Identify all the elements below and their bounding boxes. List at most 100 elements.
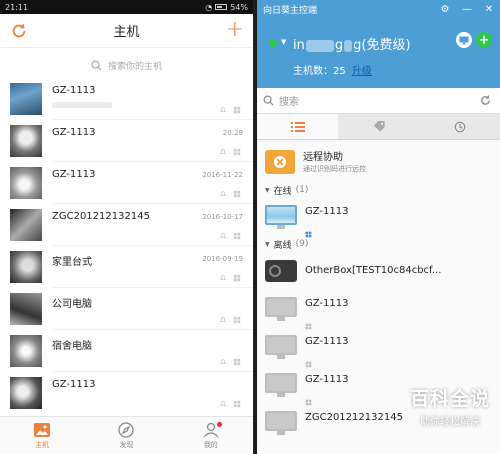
desktop-client: 向日葵主控端 ⚙ — ✕ ▼ in g g(免费级) 主机数：25 升级 + 搜索	[257, 0, 500, 454]
close-button[interactable]: ✕	[478, 0, 500, 18]
window-titlebar[interactable]: 向日葵主控端 ⚙ — ✕	[257, 0, 500, 18]
remote-assist-title: 远程协助	[303, 152, 343, 163]
expand-icon: ▼	[265, 240, 270, 248]
monitor-icon	[265, 297, 297, 321]
host-row[interactable]: GZ-1113 20:29	[0, 120, 253, 162]
account-name-mid: g	[334, 38, 344, 53]
host-list: GZ-1113 GZ-1113 20:29 GZ-1113 2016-11-22	[0, 78, 253, 414]
tab-hosts[interactable]: 主机	[0, 417, 84, 454]
online-status-dot	[269, 39, 277, 47]
remote-assist-subtitle: 通过识别码进行远控	[303, 165, 366, 173]
bell-icon	[219, 401, 227, 406]
otherbox-icon	[265, 260, 297, 282]
host-item[interactable]: OtherBox[TEST10c84cbcf...	[257, 252, 500, 290]
add-host-icon[interactable]: +	[226, 19, 244, 41]
host-name: GZ-1113	[52, 169, 96, 180]
client-view-tabs	[257, 114, 500, 140]
windows-icon	[233, 190, 241, 198]
minimize-button[interactable]: —	[456, 0, 478, 18]
group-online-count: (1)	[295, 185, 309, 195]
host-search-input[interactable]: 搜索你的主机	[10, 52, 243, 78]
remote-assist-icon	[265, 150, 295, 174]
windows-icon	[233, 358, 241, 366]
host-date: 2016-09-19	[202, 255, 243, 263]
host-item[interactable]: GZ-1113	[257, 290, 500, 330]
bottom-tab-bar: 主机 发现 我的	[0, 416, 253, 454]
host-subtitle-redacted	[52, 102, 112, 108]
tab-tags[interactable]	[338, 114, 419, 139]
group-online-label: 在线	[273, 186, 292, 197]
search-icon	[263, 95, 274, 106]
host-name: GZ-1113	[52, 85, 96, 96]
host-name: GZ-1113	[305, 298, 349, 309]
settings-icon[interactable]: ⚙	[434, 0, 456, 18]
compass-icon	[118, 421, 135, 438]
host-name: GZ-1113	[52, 127, 96, 138]
tab-hosts-label: 主机	[35, 440, 50, 449]
tag-icon	[373, 120, 385, 132]
host-name: ZGC201212132145	[305, 412, 403, 423]
host-item[interactable]: GZ-1113	[257, 328, 500, 368]
host-date: 20:29	[222, 129, 243, 137]
group-offline-header[interactable]: ▼ 离线 (9)	[257, 236, 500, 252]
account-panel: ▼ in g g(免费级) 主机数：25 升级 +	[257, 18, 500, 88]
status-dropdown-icon[interactable]: ▼	[281, 38, 286, 46]
tab-mine[interactable]: 我的	[169, 417, 253, 454]
wifi-icon: ◔	[205, 2, 213, 12]
host-name: 宿舍电脑	[52, 341, 92, 352]
client-search-input[interactable]: 搜索	[257, 88, 500, 114]
host-row[interactable]: 公司电脑	[0, 288, 253, 330]
host-row[interactable]: 家里台式 2016-09-19	[0, 246, 253, 288]
battery-icon	[215, 4, 228, 10]
host-name: GZ-1113	[52, 379, 96, 390]
account-name-redacted	[344, 39, 353, 52]
host-avatar	[10, 293, 42, 325]
group-offline-label: 离线	[273, 240, 292, 251]
notification-dot	[216, 422, 222, 427]
host-name: ZGC201212132145	[52, 211, 150, 222]
host-name: GZ-1113	[305, 336, 349, 347]
mobile-app: 21:11 ◔ 54% 主机 + 搜索你的主机 GZ-1113 GZ-1113 …	[0, 0, 255, 454]
account-level: g(免费级)	[353, 38, 411, 53]
bell-icon	[219, 359, 227, 364]
host-row[interactable]: GZ-1113 2016-11-22	[0, 162, 253, 204]
host-row[interactable]: ZGC201212132145 2016-10-17	[0, 204, 253, 246]
host-avatar	[10, 209, 42, 241]
tab-discover[interactable]: 发现	[84, 417, 168, 454]
monitor-icon	[265, 205, 297, 229]
host-date: 2016-11-22	[202, 171, 243, 179]
host-name: 家里台式	[52, 257, 92, 268]
refresh-icon[interactable]	[479, 94, 492, 107]
tab-recent[interactable]	[419, 114, 500, 139]
list-icon	[290, 121, 305, 132]
status-time: 21:11	[5, 2, 29, 12]
windows-icon	[305, 223, 312, 242]
host-count: 主机数：25 升级	[293, 62, 372, 77]
hosts-tab-icon	[34, 422, 51, 437]
host-row[interactable]: 宿舍电脑	[0, 330, 253, 372]
windows-icon	[233, 232, 241, 240]
host-avatar	[10, 167, 42, 199]
bell-icon	[219, 191, 227, 196]
tab-mine-label: 我的	[203, 440, 218, 449]
tab-list[interactable]	[257, 114, 338, 139]
search-placeholder: 搜索你的主机	[107, 61, 162, 72]
host-name: GZ-1113	[305, 206, 349, 217]
host-name: GZ-1113	[305, 374, 349, 385]
upgrade-link[interactable]: 升级	[352, 66, 372, 77]
host-row[interactable]: GZ-1113	[0, 78, 253, 120]
host-name: 公司电脑	[52, 299, 92, 310]
clock-icon	[454, 121, 465, 132]
refresh-icon[interactable]	[10, 22, 28, 40]
status-bar: 21:11 ◔ 54%	[0, 0, 253, 14]
add-host-button[interactable]: +	[476, 32, 492, 48]
host-row[interactable]: GZ-1113	[0, 372, 253, 414]
windows-icon	[233, 274, 241, 282]
host-item[interactable]: GZ-1113	[257, 198, 500, 238]
search-icon	[91, 60, 102, 71]
host-avatar	[10, 251, 42, 283]
monitor-icon[interactable]	[456, 32, 472, 48]
group-online-header[interactable]: ▼ 在线 (1)	[257, 182, 500, 198]
windows-icon	[233, 148, 241, 156]
remote-assist-item[interactable]: 远程协助 通过识别码进行远控	[257, 142, 500, 182]
